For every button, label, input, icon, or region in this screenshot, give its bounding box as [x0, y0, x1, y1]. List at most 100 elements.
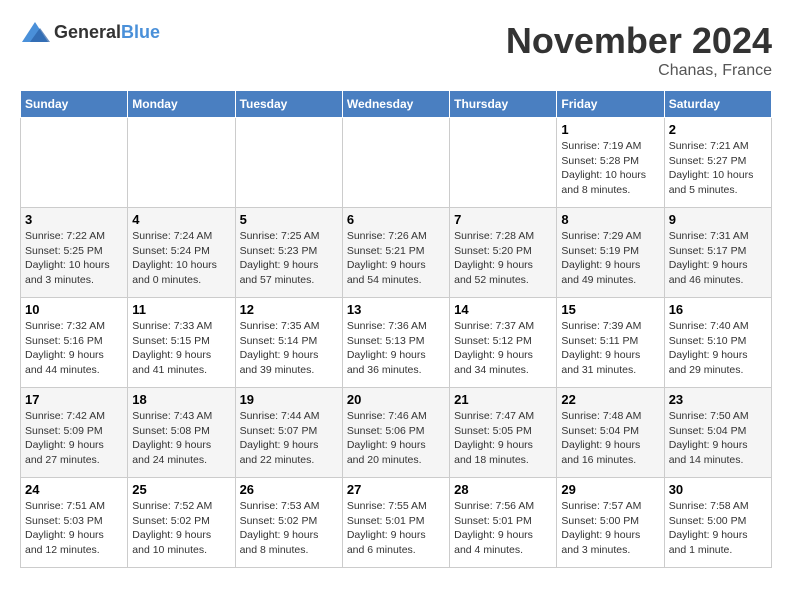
- day-number: 13: [347, 302, 445, 317]
- calendar-week-row: 17 Sunrise: 7:42 AM Sunset: 5:09 PM Dayli…: [21, 388, 772, 478]
- day-number: 18: [132, 392, 230, 407]
- calendar-day-header: Wednesday: [342, 91, 449, 118]
- day-number: 7: [454, 212, 552, 227]
- calendar-cell: 30 Sunrise: 7:58 AM Sunset: 5:00 PM Dayli…: [664, 478, 771, 568]
- calendar-cell: 17 Sunrise: 7:42 AM Sunset: 5:09 PM Dayli…: [21, 388, 128, 478]
- day-info: Sunrise: 7:43 AM Sunset: 5:08 PM Dayligh…: [132, 409, 230, 468]
- calendar-cell: [342, 118, 449, 208]
- day-number: 3: [25, 212, 123, 227]
- day-number: 29: [561, 482, 659, 497]
- day-number: 23: [669, 392, 767, 407]
- day-info: Sunrise: 7:19 AM Sunset: 5:28 PM Dayligh…: [561, 139, 659, 198]
- calendar-cell: 7 Sunrise: 7:28 AM Sunset: 5:20 PM Daylig…: [450, 208, 557, 298]
- day-number: 27: [347, 482, 445, 497]
- calendar-cell: 27 Sunrise: 7:55 AM Sunset: 5:01 PM Dayli…: [342, 478, 449, 568]
- logo-icon: [20, 20, 50, 44]
- day-number: 19: [240, 392, 338, 407]
- calendar-cell: 13Sunrise: 7:36 AM Sunset: 5:13 PM Dayli…: [342, 298, 449, 388]
- day-number: 21: [454, 392, 552, 407]
- calendar-day-header: Sunday: [21, 91, 128, 118]
- day-info: Sunrise: 7:35 AM Sunset: 5:14 PM Dayligh…: [240, 319, 338, 378]
- day-info: Sunrise: 7:33 AM Sunset: 5:15 PM Dayligh…: [132, 319, 230, 378]
- calendar-cell: 12 Sunrise: 7:35 AM Sunset: 5:14 PM Dayli…: [235, 298, 342, 388]
- page-container: GeneralBlue November 2024 Chanas, France…: [20, 20, 772, 568]
- day-number: 30: [669, 482, 767, 497]
- calendar-cell: 16Sunrise: 7:40 AM Sunset: 5:10 PM Dayli…: [664, 298, 771, 388]
- day-number: 17: [25, 392, 123, 407]
- calendar-week-row: 3 Sunrise: 7:22 AM Sunset: 5:25 PM Daylig…: [21, 208, 772, 298]
- calendar-cell: 3 Sunrise: 7:22 AM Sunset: 5:25 PM Daylig…: [21, 208, 128, 298]
- calendar-day-header: Friday: [557, 91, 664, 118]
- day-number: 11: [132, 302, 230, 317]
- calendar-cell: 6 Sunrise: 7:26 AM Sunset: 5:21 PM Daylig…: [342, 208, 449, 298]
- day-info: Sunrise: 7:53 AM Sunset: 5:02 PM Dayligh…: [240, 499, 338, 558]
- calendar-cell: [235, 118, 342, 208]
- day-number: 22: [561, 392, 659, 407]
- day-info: Sunrise: 7:46 AM Sunset: 5:06 PM Dayligh…: [347, 409, 445, 468]
- day-number: 20: [347, 392, 445, 407]
- page-header: GeneralBlue November 2024 Chanas, France: [20, 20, 772, 80]
- calendar-day-header: Thursday: [450, 91, 557, 118]
- calendar-cell: 24Sunrise: 7:51 AM Sunset: 5:03 PM Dayli…: [21, 478, 128, 568]
- calendar-cell: 23 Sunrise: 7:50 AM Sunset: 5:04 PM Dayli…: [664, 388, 771, 478]
- logo-blue: Blue: [121, 22, 160, 42]
- day-number: 8: [561, 212, 659, 227]
- day-info: Sunrise: 7:50 AM Sunset: 5:04 PM Dayligh…: [669, 409, 767, 468]
- day-info: Sunrise: 7:47 AM Sunset: 5:05 PM Dayligh…: [454, 409, 552, 468]
- location: Chanas, France: [506, 62, 772, 80]
- day-info: Sunrise: 7:48 AM Sunset: 5:04 PM Dayligh…: [561, 409, 659, 468]
- day-info: Sunrise: 7:37 AM Sunset: 5:12 PM Dayligh…: [454, 319, 552, 378]
- day-info: Sunrise: 7:57 AM Sunset: 5:00 PM Dayligh…: [561, 499, 659, 558]
- day-info: Sunrise: 7:31 AM Sunset: 5:17 PM Dayligh…: [669, 229, 767, 288]
- calendar-cell: 21 Sunrise: 7:47 AM Sunset: 5:05 PM Dayli…: [450, 388, 557, 478]
- calendar-header-row: SundayMondayTuesdayWednesdayThursdayFrid…: [21, 91, 772, 118]
- day-info: Sunrise: 7:28 AM Sunset: 5:20 PM Dayligh…: [454, 229, 552, 288]
- calendar-cell: 5Sunrise: 7:25 AM Sunset: 5:23 PM Daylig…: [235, 208, 342, 298]
- calendar-cell: 10 Sunrise: 7:32 AM Sunset: 5:16 PM Dayli…: [21, 298, 128, 388]
- day-number: 15: [561, 302, 659, 317]
- day-number: 4: [132, 212, 230, 227]
- day-info: Sunrise: 7:39 AM Sunset: 5:11 PM Dayligh…: [561, 319, 659, 378]
- calendar-day-header: Saturday: [664, 91, 771, 118]
- calendar-cell: 1 Sunrise: 7:19 AM Sunset: 5:28 PM Daylig…: [557, 118, 664, 208]
- day-info: Sunrise: 7:32 AM Sunset: 5:16 PM Dayligh…: [25, 319, 123, 378]
- day-number: 6: [347, 212, 445, 227]
- day-info: Sunrise: 7:40 AM Sunset: 5:10 PM Dayligh…: [669, 319, 767, 378]
- calendar-week-row: 24Sunrise: 7:51 AM Sunset: 5:03 PM Dayli…: [21, 478, 772, 568]
- calendar-cell: 20 Sunrise: 7:46 AM Sunset: 5:06 PM Dayli…: [342, 388, 449, 478]
- day-info: Sunrise: 7:42 AM Sunset: 5:09 PM Dayligh…: [25, 409, 123, 468]
- day-number: 5: [240, 212, 338, 227]
- day-info: Sunrise: 7:44 AM Sunset: 5:07 PM Dayligh…: [240, 409, 338, 468]
- day-info: Sunrise: 7:51 AM Sunset: 5:03 PM Dayligh…: [25, 499, 123, 558]
- calendar-cell: 28 Sunrise: 7:56 AM Sunset: 5:01 PM Dayli…: [450, 478, 557, 568]
- day-info: Sunrise: 7:22 AM Sunset: 5:25 PM Dayligh…: [25, 229, 123, 288]
- day-number: 10: [25, 302, 123, 317]
- calendar-cell: [21, 118, 128, 208]
- calendar-day-header: Tuesday: [235, 91, 342, 118]
- calendar-cell: 18 Sunrise: 7:43 AM Sunset: 5:08 PM Dayli…: [128, 388, 235, 478]
- calendar-cell: 4 Sunrise: 7:24 AM Sunset: 5:24 PM Daylig…: [128, 208, 235, 298]
- day-number: 28: [454, 482, 552, 497]
- calendar-day-header: Monday: [128, 91, 235, 118]
- day-info: Sunrise: 7:26 AM Sunset: 5:21 PM Dayligh…: [347, 229, 445, 288]
- day-number: 25: [132, 482, 230, 497]
- calendar-cell: 2Sunrise: 7:21 AM Sunset: 5:27 PM Daylig…: [664, 118, 771, 208]
- calendar-cell: 19 Sunrise: 7:44 AM Sunset: 5:07 PM Dayli…: [235, 388, 342, 478]
- day-number: 14: [454, 302, 552, 317]
- day-info: Sunrise: 7:58 AM Sunset: 5:00 PM Dayligh…: [669, 499, 767, 558]
- month-title: November 2024: [506, 20, 772, 62]
- calendar-table: SundayMondayTuesdayWednesdayThursdayFrid…: [20, 90, 772, 568]
- day-info: Sunrise: 7:24 AM Sunset: 5:24 PM Dayligh…: [132, 229, 230, 288]
- calendar-cell: 25Sunrise: 7:52 AM Sunset: 5:02 PM Dayli…: [128, 478, 235, 568]
- day-number: 12: [240, 302, 338, 317]
- day-info: Sunrise: 7:55 AM Sunset: 5:01 PM Dayligh…: [347, 499, 445, 558]
- logo: GeneralBlue: [20, 20, 160, 44]
- day-number: 9: [669, 212, 767, 227]
- calendar-cell: 22 Sunrise: 7:48 AM Sunset: 5:04 PM Dayli…: [557, 388, 664, 478]
- day-info: Sunrise: 7:29 AM Sunset: 5:19 PM Dayligh…: [561, 229, 659, 288]
- day-info: Sunrise: 7:56 AM Sunset: 5:01 PM Dayligh…: [454, 499, 552, 558]
- calendar-cell: 8 Sunrise: 7:29 AM Sunset: 5:19 PM Daylig…: [557, 208, 664, 298]
- day-number: 1: [561, 122, 659, 137]
- day-number: 2: [669, 122, 767, 137]
- day-number: 26: [240, 482, 338, 497]
